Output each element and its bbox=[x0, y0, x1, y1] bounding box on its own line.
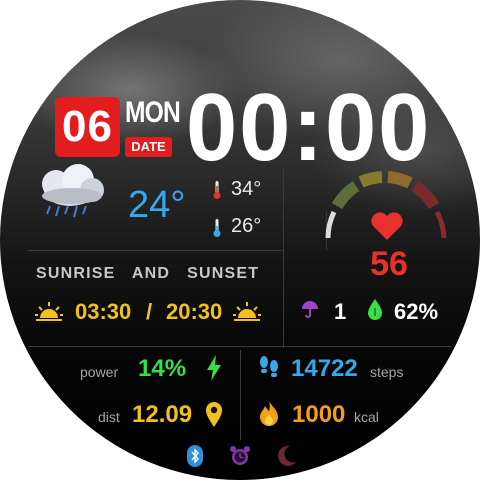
flame-icon bbox=[260, 401, 278, 426]
alarm-clock-icon bbox=[230, 446, 250, 465]
date-label: DATE bbox=[125, 137, 172, 157]
divider bbox=[28, 346, 452, 347]
divider bbox=[28, 250, 284, 251]
thermometer-hot-icon bbox=[213, 181, 221, 199]
steps-label: steps bbox=[370, 364, 404, 380]
dist-label: dist bbox=[98, 409, 120, 425]
heart-icon bbox=[371, 212, 403, 240]
humidity: 62% bbox=[394, 299, 439, 324]
sun-title: SUNRISE AND SUNSET bbox=[36, 265, 260, 282]
dist-value: 12.09 bbox=[132, 401, 193, 428]
leaf-drop-icon bbox=[368, 299, 382, 320]
bluetooth-icon bbox=[187, 445, 203, 467]
divider bbox=[283, 168, 284, 348]
sunset-icon bbox=[233, 302, 261, 321]
sunrise-time: 03:30 bbox=[75, 299, 132, 324]
steps-value: 14722 bbox=[291, 355, 358, 382]
footsteps-icon bbox=[260, 356, 278, 377]
temp-low: 26° bbox=[231, 215, 262, 237]
time-display: 00:00 bbox=[186, 74, 432, 181]
location-pin-icon bbox=[206, 402, 222, 427]
umbrella-icon bbox=[302, 301, 318, 318]
thermometer-cold-icon bbox=[213, 219, 221, 237]
lightning-icon bbox=[207, 355, 221, 381]
moon-icon bbox=[278, 445, 296, 466]
weekday: MON bbox=[125, 96, 181, 129]
watch-face: 06 MON DATE 00:00 24° 34° 26° SUNRISE AN… bbox=[0, 0, 480, 480]
sunrise-icon bbox=[35, 302, 63, 321]
heart-rate-value: 56 bbox=[370, 245, 408, 283]
power-value: 14% bbox=[138, 355, 187, 382]
day-number: 06 bbox=[55, 97, 120, 157]
temperature: 24° bbox=[128, 184, 186, 226]
temp-high: 34° bbox=[231, 178, 262, 200]
divider bbox=[240, 350, 241, 440]
sunset-time: 20:30 bbox=[166, 299, 223, 324]
kcal-label: kcal bbox=[354, 409, 379, 425]
uv-index: 1 bbox=[334, 299, 347, 324]
cloud-rain-icon bbox=[42, 164, 104, 218]
sun-separator: / bbox=[146, 299, 153, 324]
kcal-value: 1000 bbox=[292, 401, 346, 428]
power-label: power bbox=[80, 364, 119, 380]
